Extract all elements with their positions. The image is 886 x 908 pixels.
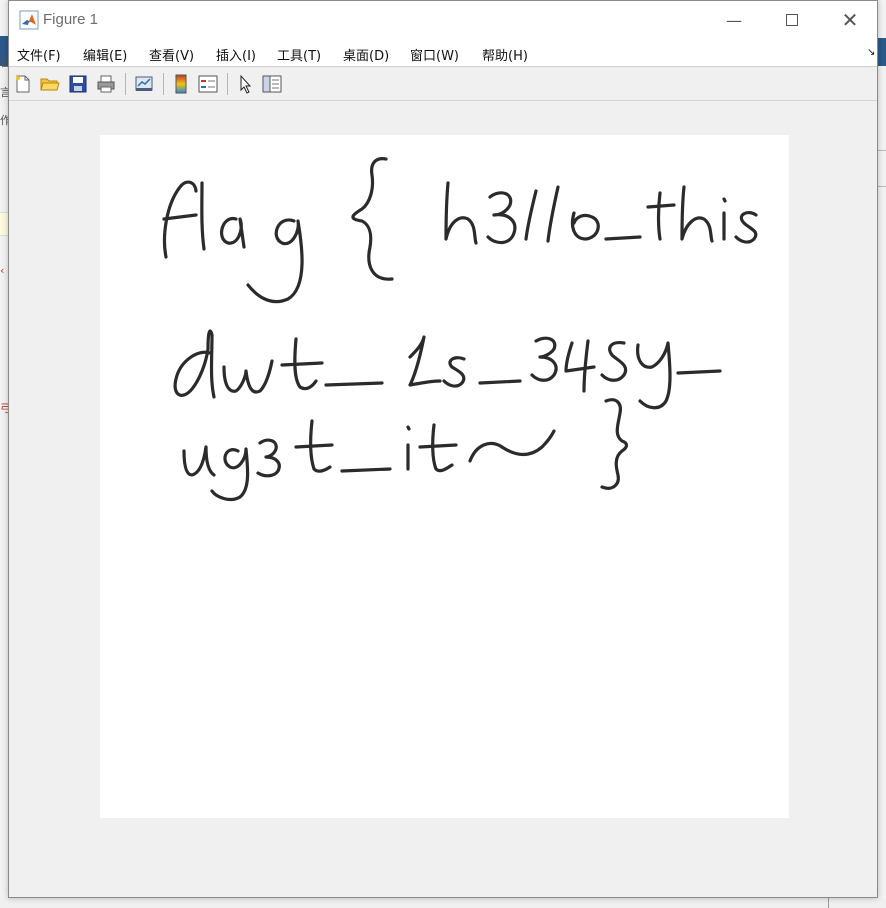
open-folder-icon[interactable]: [39, 73, 61, 95]
property-inspector-icon[interactable]: [261, 73, 283, 95]
title-bar[interactable]: Figure 1 — ✕: [9, 1, 877, 39]
handwritten-line-3: [182, 398, 629, 502]
background-divider: [828, 898, 829, 908]
menu-view[interactable]: 查看(V): [149, 45, 194, 64]
pointer-icon[interactable]: [235, 73, 257, 95]
legend-icon[interactable]: [197, 73, 219, 95]
toolbar-divider: [125, 73, 126, 95]
background-app-edge-bottom: [0, 898, 886, 908]
colorbar-icon[interactable]: [170, 73, 192, 95]
window-title: Figure 1: [43, 11, 99, 28]
maximize-icon: [786, 14, 798, 26]
save-icon[interactable]: [67, 73, 89, 95]
drawing-area[interactable]: [100, 135, 789, 818]
menu-window[interactable]: 窗口(W): [410, 45, 459, 64]
figure-toolbar: [9, 67, 877, 101]
handwritten-line-1: [162, 157, 758, 304]
menu-tools[interactable]: 工具(T): [277, 45, 321, 64]
menu-desktop[interactable]: 桌面(D): [343, 45, 389, 64]
close-button[interactable]: ✕: [821, 1, 879, 39]
menu-edit[interactable]: 编辑(E): [83, 45, 127, 64]
menu-help[interactable]: 帮助(H): [482, 45, 528, 64]
minimize-icon: —: [726, 10, 742, 30]
figure-window: Figure 1 — ✕ 文件(F) 编辑(E) 查看(V) 插入(I) 工具(…: [8, 0, 878, 898]
background-glyph: ‹: [0, 264, 5, 277]
link-plot-icon[interactable]: [133, 73, 155, 95]
new-figure-icon[interactable]: [12, 73, 34, 95]
menu-bar: 文件(F) 编辑(E) 查看(V) 插入(I) 工具(T) 桌面(D) 窗口(W…: [9, 39, 877, 67]
minimize-button[interactable]: —: [705, 1, 763, 39]
toolbar-divider: [227, 73, 228, 95]
handwritten-line-2: [173, 329, 722, 410]
toolbar-divider: [163, 73, 164, 95]
figure-canvas: [9, 102, 877, 897]
handwriting-drawing: [162, 157, 758, 502]
close-icon: ✕: [841, 8, 859, 32]
dock-arrow-icon[interactable]: ↘: [867, 47, 875, 58]
matlab-app-icon: [19, 10, 39, 30]
maximize-button[interactable]: [763, 1, 821, 39]
menu-insert[interactable]: 插入(I): [216, 45, 256, 64]
menu-file[interactable]: 文件(F): [17, 45, 61, 64]
print-icon[interactable]: [95, 73, 117, 95]
